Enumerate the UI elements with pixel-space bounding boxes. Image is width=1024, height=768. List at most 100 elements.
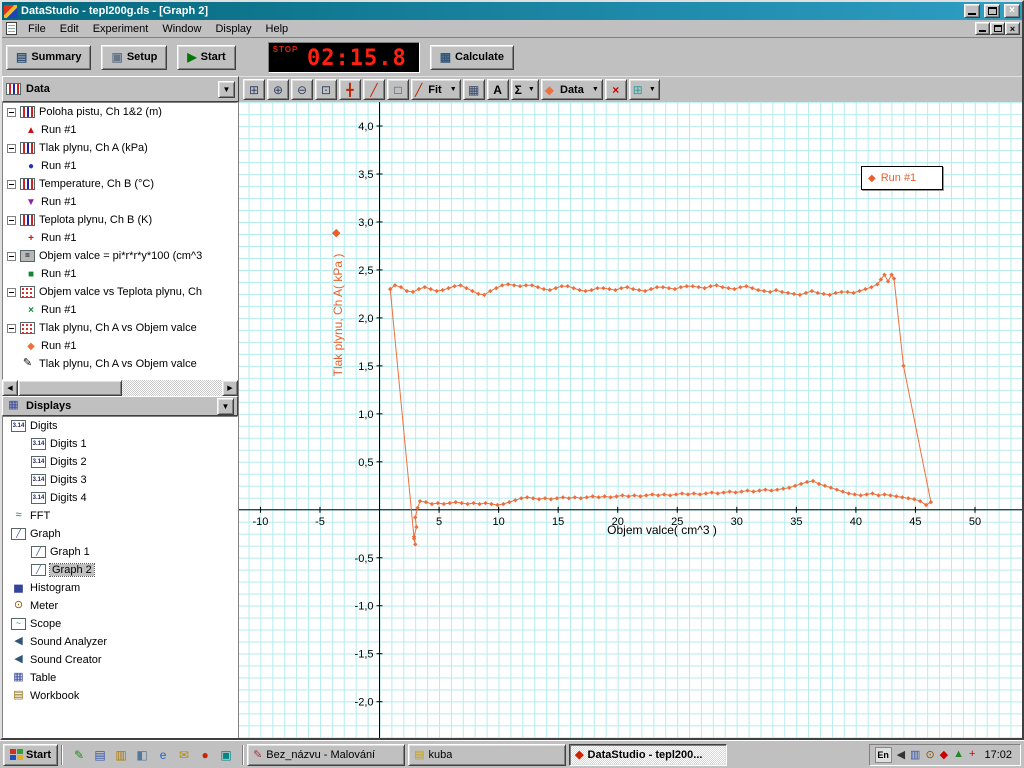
display-settings-icon[interactable]: ▥ (910, 748, 920, 761)
quick-launch-icon-8[interactable]: ▣ (218, 748, 234, 762)
graph-settings-button[interactable]: ⊞ ▼ (628, 79, 660, 100)
calculate-tool-button[interactable]: ▦ (462, 79, 485, 100)
y-axis-label[interactable]: Tlak plynu, Ch A( kPa ) (331, 254, 345, 377)
zoom-select-button[interactable]: ⊡ (315, 79, 337, 100)
setup-button[interactable]: ▣ Setup (101, 44, 168, 70)
data-tree-hscrollbar[interactable]: ◀ ▶ (2, 380, 238, 396)
display-item-digits-2[interactable]: 3.14 Digits 2 (3, 453, 237, 471)
display-item-table[interactable]: ▦ Table (3, 669, 237, 687)
collapse-icon[interactable] (7, 143, 16, 153)
calculate-button[interactable]: ▦ Calculate (429, 44, 514, 70)
menu-item-help[interactable]: Help (259, 21, 296, 37)
start-menu-button[interactable]: Start (3, 743, 59, 766)
menu-item-display[interactable]: Display (208, 21, 258, 37)
note-tool-button[interactable]: □ (387, 79, 409, 100)
run-item-tlak-plynu-ch-a-vs-objem-valce[interactable]: ◆ Run #1 (3, 337, 237, 355)
display-item-scope[interactable]: ~ Scope (3, 615, 237, 633)
scrollbar-thumb[interactable] (18, 380, 122, 396)
quick-launch-icon-3[interactable]: ▥ (113, 748, 129, 762)
menu-item-edit[interactable]: Edit (53, 21, 86, 37)
task-button-bez-n-zvu-malov-n[interactable]: ✎ Bez_názvu - Malování (247, 743, 406, 766)
start-button[interactable]: ▶ Start (177, 44, 236, 70)
collapse-icon[interactable] (7, 107, 16, 117)
display-item-fft[interactable]: ≈ FFT (3, 507, 237, 525)
data-item-tlak-plynu-ch-a-vs-objem-valce[interactable]: Tlak plynu, Ch A vs Objem valce (3, 319, 237, 337)
run-item-objem-valce-vs-teplota-plynu-ch[interactable]: × Run #1 (3, 301, 237, 319)
minimize-button[interactable] (964, 4, 980, 18)
display-item-sound-analyzer[interactable]: ◀ Sound Analyzer (3, 633, 237, 651)
data-item-temperature-ch-b-c[interactable]: Temperature, Ch B (°C) (3, 175, 237, 193)
data-item-teplota-plynu-ch-b-k[interactable]: Teplota plynu, Ch B (K) (3, 211, 237, 229)
child-minimize-button[interactable] (975, 22, 990, 35)
child-window-icon[interactable] (6, 22, 17, 35)
quick-launch-icon-4[interactable]: ◧ (134, 748, 150, 762)
remove-button[interactable]: × (604, 79, 627, 100)
x-axis-label[interactable]: Objem valce( cm^3 ) (607, 523, 717, 537)
scale-to-fit-button[interactable]: ⊞ (243, 79, 265, 100)
legend[interactable]: ◆ Run #1 (861, 166, 943, 190)
display-item-graph-2[interactable]: ╱ Graph 2 (3, 561, 237, 579)
display-item-meter[interactable]: ⊙ Meter (3, 597, 237, 615)
plot-area[interactable]: -10 -5 5 10 15 20 25 30 35 40 45 50 4,0 3,5 3,0 2,5 2,0 1… (239, 102, 1022, 738)
restore-button[interactable] (984, 4, 1000, 18)
antivirus-icon[interactable]: ◆ (940, 748, 948, 761)
zoom-in-button[interactable]: ⊕ (267, 79, 289, 100)
collapse-icon[interactable] (7, 251, 16, 261)
display-item-sound-creator[interactable]: ◀ Sound Creator (3, 651, 237, 669)
language-indicator[interactable]: En (874, 746, 892, 763)
data-item-poloha-pistu-ch-1-2-m[interactable]: Poloha pistu, Ch 1&2 (m) (3, 103, 237, 121)
child-restore-button[interactable] (990, 22, 1005, 35)
scroll-left-button[interactable]: ◀ (2, 380, 18, 396)
menu-item-experiment[interactable]: Experiment (86, 21, 156, 37)
close-button[interactable]: × (1004, 4, 1020, 18)
slope-tool-button[interactable]: ╱ (363, 79, 385, 100)
quick-launch-icon-7[interactable]: ● (197, 748, 213, 762)
collapse-icon[interactable] (7, 323, 16, 333)
data-menu-button[interactable]: ◆ Data ▼ (540, 79, 603, 100)
run-item-tlak-plynu-ch-a-kpa[interactable]: ● Run #1 (3, 157, 237, 175)
summary-button[interactable]: ▤ Summary (6, 44, 92, 70)
quick-launch-icon-6[interactable]: ✉ (176, 748, 192, 762)
scrollbar-track[interactable] (122, 380, 222, 396)
fit-menu-button[interactable]: ╱ Fit ▼ (411, 79, 461, 100)
task-button-kuba[interactable]: ▤ kuba (408, 743, 567, 766)
data-item-objem-valce-pi-r-r-y-100-cm-3[interactable]: = Objem valce = pi*r*r*y*100 (cm^3 (3, 247, 237, 265)
quick-launch-icon-1[interactable]: ✎ (71, 748, 87, 762)
display-item-digits-1[interactable]: 3.14 Digits 1 (3, 435, 237, 453)
updates-icon[interactable]: + (969, 748, 975, 761)
quick-launch-icon-2[interactable]: ▤ (92, 748, 108, 762)
display-item-digits-3[interactable]: 3.14 Digits 3 (3, 471, 237, 489)
data-panel-menu-button[interactable]: ▼ (218, 80, 235, 98)
scroll-right-button[interactable]: ▶ (222, 380, 238, 396)
collapse-icon[interactable] (7, 215, 16, 225)
display-item-graph[interactable]: ╱ Graph (3, 525, 237, 543)
displays-panel-menu-button[interactable]: ▼ (217, 397, 234, 415)
menu-item-window[interactable]: Window (155, 21, 208, 37)
data-item-tlak-plynu-ch-a-kpa[interactable]: Tlak plynu, Ch A (kPa) (3, 139, 237, 157)
display-item-workbook[interactable]: ▤ Workbook (3, 687, 237, 705)
statistics-menu-button[interactable]: Σ ▼ (510, 79, 539, 100)
smart-tool-button[interactable]: ╋ (339, 79, 361, 100)
quick-launch-icon-5[interactable]: e (155, 748, 171, 762)
scheduler-icon[interactable]: ⊙ (925, 748, 934, 761)
run-item-poloha-pistu-ch-1-2-m[interactable]: ▲ Run #1 (3, 121, 237, 139)
task-button-datastudio-tepl200[interactable]: ◆ DataStudio - tepl200... (569, 743, 728, 766)
collapse-icon[interactable] (7, 179, 16, 189)
display-item-histogram[interactable]: ▅ Histogram (3, 579, 237, 597)
text-tool-button[interactable]: A (486, 79, 509, 100)
messenger-icon[interactable]: ▲ (953, 748, 964, 761)
run-item-objem-valce-pi-r-r-y-100-cm-3[interactable]: ■ Run #1 (3, 265, 237, 283)
data-item-objem-valce-vs-teplota-plynu-ch[interactable]: Objem valce vs Teplota plynu, Ch (3, 283, 237, 301)
menu-item-file[interactable]: File (21, 21, 53, 37)
display-item-digits-4[interactable]: 3.14 Digits 4 (3, 489, 237, 507)
run-item-temperature-ch-b-c[interactable]: ▼ Run #1 (3, 193, 237, 211)
display-item-graph-1[interactable]: ╱ Graph 1 (3, 543, 237, 561)
data-item-tlak-plynu-ch-a-vs-objem-valce[interactable]: ✎ Tlak plynu, Ch A vs Objem valce (3, 355, 237, 373)
plot-canvas[interactable]: -10 -5 5 10 15 20 25 30 35 40 45 504,03,53,02,52,01… (239, 102, 1022, 738)
child-close-button[interactable]: × (1005, 22, 1020, 35)
collapse-icon[interactable] (7, 287, 16, 297)
run-item-teplota-plynu-ch-b-k[interactable]: + Run #1 (3, 229, 237, 247)
display-item-digits[interactable]: 3.14 Digits (3, 417, 237, 435)
volume-icon[interactable]: ◀ (897, 748, 905, 761)
zoom-out-button[interactable]: ⊖ (291, 79, 313, 100)
